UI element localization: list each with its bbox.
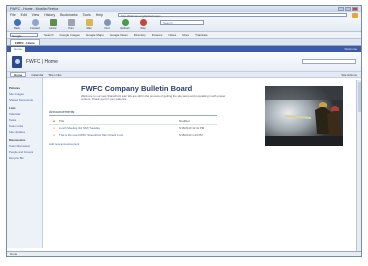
refresh-icon [121, 19, 129, 26]
sidebar-item-people-and-groups[interactable]: People and Groups [9, 150, 40, 154]
site-header: FWFC | Home [7, 52, 361, 72]
welcome-menu[interactable]: Welcome [345, 47, 357, 51]
sp-home-tab[interactable]: Home [11, 46, 26, 52]
stop-button[interactable]: Stop [136, 19, 150, 30]
sidebar-item-lists[interactable]: Lists [9, 106, 40, 110]
nav-toolbar: Back Forward Home Print Mail Find Refres… [7, 18, 361, 32]
announcements-webpart: Announcements ◆ Title Modified ● Lunch M… [49, 110, 217, 146]
sidebar-item-pictures[interactable]: Pictures [9, 86, 40, 90]
magnifier-icon [103, 19, 111, 26]
announcements-header: ◆ Title Modified [49, 118, 217, 125]
forward-button[interactable]: Forward [28, 19, 42, 30]
go-icon[interactable] [352, 12, 358, 18]
announcement-title-link[interactable]: This is the new FWFC SharePoint Site! Ch… [59, 133, 179, 137]
tab-home[interactable]: Home [10, 72, 27, 77]
menu-history[interactable]: History [44, 13, 55, 17]
firefighter-photo-image [265, 86, 343, 146]
sidebar-item-recycle-bin[interactable]: Recycle Bin [9, 156, 40, 160]
menu-help[interactable]: Help [96, 13, 103, 17]
page-content: Pictures Site Images Shared Documents Lists… [7, 78, 361, 248]
page-scrollbar[interactable] [356, 80, 361, 256]
attachment-col-icon: ◆ [52, 118, 56, 123]
minimize-button[interactable] [338, 7, 344, 11]
printer-icon [67, 19, 75, 26]
forward-arrow-icon [31, 19, 39, 26]
menu-view[interactable]: View [32, 13, 40, 17]
link-translate[interactable]: Translate [195, 33, 207, 37]
back-arrow-icon [13, 19, 21, 26]
window-controls [338, 7, 358, 11]
link-notes[interactable]: Notes [168, 33, 176, 37]
home-button[interactable]: Home [46, 19, 60, 30]
add-announcement-link[interactable]: Add new announcement [49, 142, 217, 146]
google-search-input[interactable]: Google [10, 32, 38, 38]
announcement-icon: ● [53, 133, 55, 138]
menu-bookmarks[interactable]: Bookmarks [60, 13, 78, 17]
table-row[interactable]: ● This is the new FWFC SharePoint Site! … [49, 132, 217, 139]
stop-icon [139, 19, 147, 26]
toolbar-search-input[interactable]: Search [160, 20, 204, 25]
sidebar-item-shared-documents[interactable]: Shared Documents [9, 98, 40, 102]
firefighter-photo [265, 86, 343, 146]
refresh-button[interactable]: Refresh [118, 19, 132, 30]
main-zone: FWFC Company Bulletin Board Welcome to o… [43, 78, 361, 248]
announcement-modified: 5/18/2010 12:41 PM [179, 126, 205, 131]
menu-tools[interactable]: Tools [83, 13, 91, 17]
link-google-images[interactable]: Google Images [60, 33, 80, 37]
mail-button[interactable]: Mail [82, 19, 96, 30]
announcement-modified: 5/18/2010 1:44 PM [179, 133, 203, 138]
close-button[interactable] [352, 7, 358, 11]
menu-edit[interactable]: Edit [21, 13, 27, 17]
sidebar-item-team-discussion[interactable]: Team Discussion [9, 144, 40, 148]
address-bar[interactable]: http://fwfc.lan.org/default.aspx [117, 12, 348, 18]
col-title-header[interactable]: Title [59, 119, 179, 123]
window-title: FWFC - Home - Mozilla Firefox [10, 7, 59, 11]
home-icon [49, 19, 57, 26]
sidebar-item-site-updates[interactable]: Site Updates [9, 130, 40, 134]
print-button[interactable]: Print [64, 19, 78, 30]
link-google-maps[interactable]: Google Maps [86, 33, 104, 37]
mail-icon [85, 19, 93, 26]
site-name[interactable]: FWFC | Home [26, 59, 58, 65]
link-finance[interactable]: Finance [152, 33, 163, 37]
menu-file[interactable]: File [10, 13, 16, 17]
welcome-text: Welcome to our new SharePoint site! We a… [81, 94, 226, 102]
col-modified-header[interactable]: Modified [179, 119, 217, 123]
link-search[interactable]: Search [44, 33, 54, 37]
site-actions-menu[interactable]: Site Actions [341, 73, 357, 77]
find-button[interactable]: Find [100, 19, 114, 30]
sidebar-item-tasks[interactable]: Tasks [9, 118, 40, 122]
table-row[interactable]: ● Lunch Meeting 3rd Shift Tuesday 5/18/2… [49, 125, 217, 132]
sidebar-item-discussions[interactable]: Discussions [9, 138, 40, 142]
sidebar-item-team-links[interactable]: Team Links [9, 124, 40, 128]
site-search-input[interactable] [302, 59, 356, 64]
sidebar-item-site-images[interactable]: Site Images [9, 92, 40, 96]
link-directory[interactable]: Directory [134, 33, 146, 37]
announcement-icon: ● [53, 126, 55, 131]
link-google-news[interactable]: Google News [110, 33, 128, 37]
tab-site-links[interactable]: Site Links [49, 73, 62, 77]
browser-tabstrip: FWFC - Home [7, 39, 361, 46]
status-bar: Done [7, 251, 361, 256]
sidebar-item-calendar[interactable]: Calendar [9, 112, 40, 116]
browser-window: FWFC - Home - Mozilla Firefox File Edit … [6, 5, 362, 257]
browser-tab[interactable]: FWFC - Home [10, 39, 40, 45]
announcement-title-link[interactable]: Lunch Meeting 3rd Shift Tuesday [59, 126, 179, 130]
links-bar: Google Search Google Images Google Maps … [7, 32, 361, 39]
quick-launch: Pictures Site Images Shared Documents Lists… [7, 78, 43, 248]
site-logo-icon [12, 55, 22, 68]
scrollbar-thumb[interactable] [357, 82, 361, 112]
maximize-button[interactable] [345, 7, 351, 11]
tab-calendar[interactable]: Calendar [31, 73, 43, 77]
announcements-title[interactable]: Announcements [49, 110, 217, 116]
back-button[interactable]: Back [10, 19, 24, 30]
link-more[interactable]: More [182, 33, 189, 37]
